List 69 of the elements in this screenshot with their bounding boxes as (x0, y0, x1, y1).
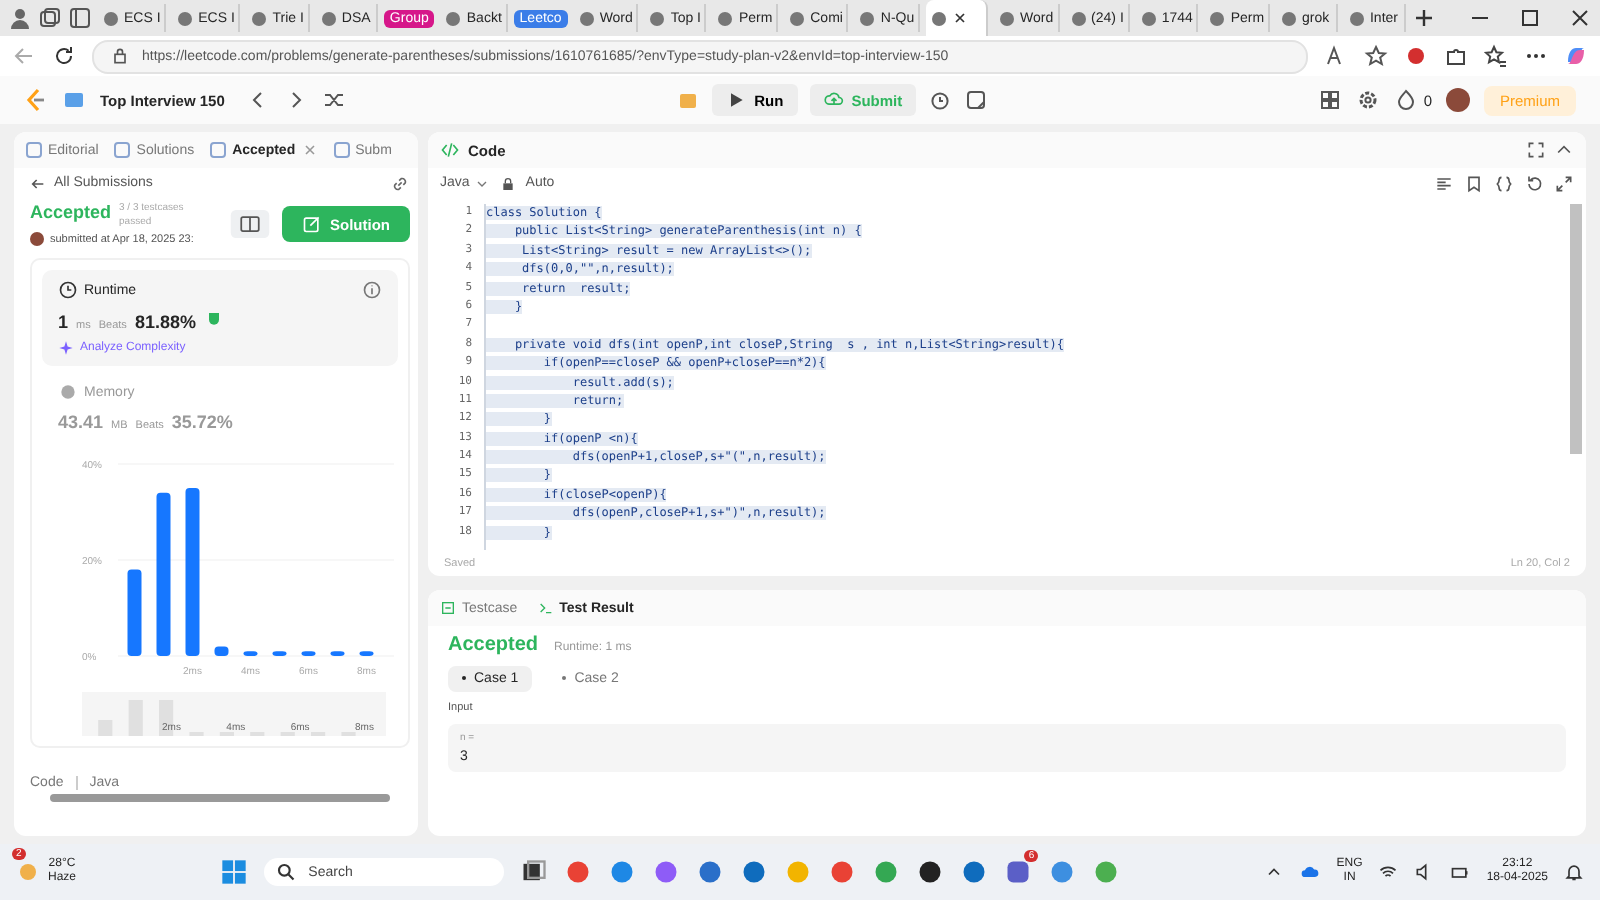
info-icon[interactable] (362, 280, 382, 300)
site-info-icon[interactable] (110, 46, 130, 66)
code-icon (440, 140, 460, 160)
sparkle-icon (58, 340, 74, 356)
reload-icon[interactable] (52, 44, 76, 68)
status-text: Accepted (30, 202, 112, 222)
clock-icon (58, 280, 78, 300)
browser-tab[interactable] (926, 0, 989, 36)
chart-bar[interactable] (301, 651, 316, 656)
close-icon[interactable] (952, 10, 969, 26)
profile-icon[interactable] (8, 6, 32, 30)
shuffle-icon[interactable] (322, 88, 347, 112)
tab-icon (114, 142, 131, 158)
avatar (30, 232, 44, 246)
favorites-icon[interactable] (1484, 44, 1508, 68)
expand-icon[interactable] (1554, 173, 1574, 193)
memory-beats: 35.72% (171, 412, 233, 432)
format-icon[interactable] (1434, 173, 1454, 193)
notes-icon[interactable] (964, 88, 989, 112)
result-status: Accepted (448, 634, 539, 656)
edit-icon (302, 214, 322, 234)
wifi-icon[interactable] (1378, 862, 1399, 882)
cloud-upload-icon (823, 90, 844, 110)
chart-bar[interactable] (243, 651, 258, 656)
scrollbar[interactable] (50, 794, 390, 802)
avatar[interactable] (1445, 88, 1470, 112)
link-icon[interactable] (390, 173, 410, 193)
layout-icon[interactable] (1317, 88, 1342, 112)
start-icon[interactable] (220, 858, 249, 886)
tab-icon (26, 142, 42, 158)
logo-icon[interactable] (24, 88, 48, 112)
cloud-icon[interactable] (1300, 862, 1321, 882)
battery-icon[interactable] (1450, 862, 1471, 882)
book-icon[interactable] (230, 210, 270, 238)
chart-bar[interactable] (272, 651, 287, 656)
terminal-icon (537, 600, 554, 616)
runtime-beats: 81.88% (134, 312, 196, 332)
lock-icon (499, 175, 516, 191)
reset-icon[interactable] (1524, 173, 1544, 193)
alarm-clock-icon[interactable] (928, 88, 953, 112)
bookmark-icon[interactable] (1464, 173, 1484, 193)
settings-icon[interactable] (1355, 88, 1380, 112)
checkbox-icon (440, 600, 456, 616)
bell-icon[interactable] (1564, 862, 1585, 882)
chart-bar[interactable] (214, 646, 229, 656)
back-arrow-icon (30, 175, 46, 191)
scrollbar[interactable] (1570, 204, 1582, 454)
search-icon (276, 862, 297, 882)
extension-icon[interactable] (1404, 44, 1428, 68)
task-view-icon[interactable] (520, 858, 549, 886)
braces-icon[interactable] (1494, 173, 1514, 193)
tab-actions-icon[interactable] (68, 6, 92, 30)
star-icon[interactable] (1364, 44, 1388, 68)
chart-bar[interactable] (359, 651, 374, 656)
tab-icon (210, 142, 227, 158)
maximize-icon[interactable] (1517, 6, 1542, 30)
new-tab-icon[interactable] (1411, 6, 1436, 30)
fullscreen-icon[interactable] (1526, 140, 1546, 160)
play-icon (726, 90, 747, 110)
copilot-icon[interactable] (1564, 44, 1588, 68)
chart-bar[interactable] (330, 651, 345, 656)
workspaces-icon[interactable] (38, 6, 62, 30)
flame-icon (1393, 88, 1418, 112)
memory-value: 43.41 (58, 412, 104, 432)
close-icon[interactable] (1567, 6, 1592, 30)
weather-icon[interactable] (16, 858, 40, 882)
tab-icon (333, 142, 350, 158)
runtime-value: 1 (58, 312, 69, 332)
app-icon[interactable] (916, 858, 945, 886)
